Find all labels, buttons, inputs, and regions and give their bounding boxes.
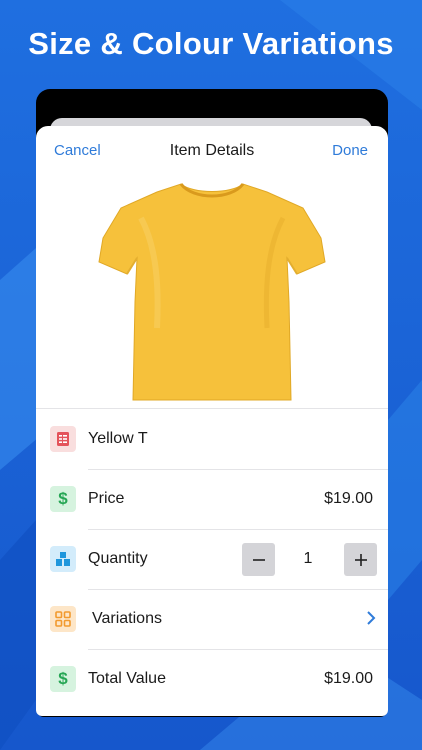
decrement-button[interactable]	[242, 543, 275, 576]
quantity-value: 1	[303, 550, 313, 567]
item-name-row[interactable]: Yellow T	[36, 410, 388, 470]
item-name: Yellow T	[88, 430, 148, 447]
quantity-label: Quantity	[88, 550, 148, 567]
grid-icon	[50, 606, 76, 632]
item-photo[interactable]	[96, 176, 328, 406]
dollar-icon: $	[50, 486, 76, 512]
total-value-label: Total Value	[88, 670, 166, 687]
notebook-icon	[50, 426, 76, 452]
price-label: Price	[88, 490, 125, 507]
quantity-row: Quantity 1	[36, 530, 388, 590]
price-value: $19.00	[324, 490, 373, 507]
dollar-icon: $	[50, 666, 76, 692]
variations-label: Variations	[92, 610, 162, 627]
plus-icon	[354, 553, 367, 566]
done-button[interactable]: Done	[332, 142, 368, 159]
price-row[interactable]: $ Price $19.00	[36, 470, 388, 530]
increment-button[interactable]	[344, 543, 377, 576]
chevron-right-icon[interactable]	[366, 610, 376, 626]
total-value-row: $ Total Value $19.00	[36, 650, 388, 710]
nav-bar: Cancel Item Details Done	[36, 126, 388, 174]
divider	[36, 408, 388, 409]
tshirt-icon	[98, 182, 326, 401]
boxes-icon	[50, 546, 76, 572]
headline: Size & Colour Variations	[28, 26, 394, 61]
variations-row[interactable]: Variations	[36, 590, 388, 650]
total-value: $19.00	[324, 670, 373, 687]
item-details-sheet: Cancel Item Details Done Yellow T $ Pric…	[36, 126, 388, 716]
minus-icon	[252, 558, 265, 561]
